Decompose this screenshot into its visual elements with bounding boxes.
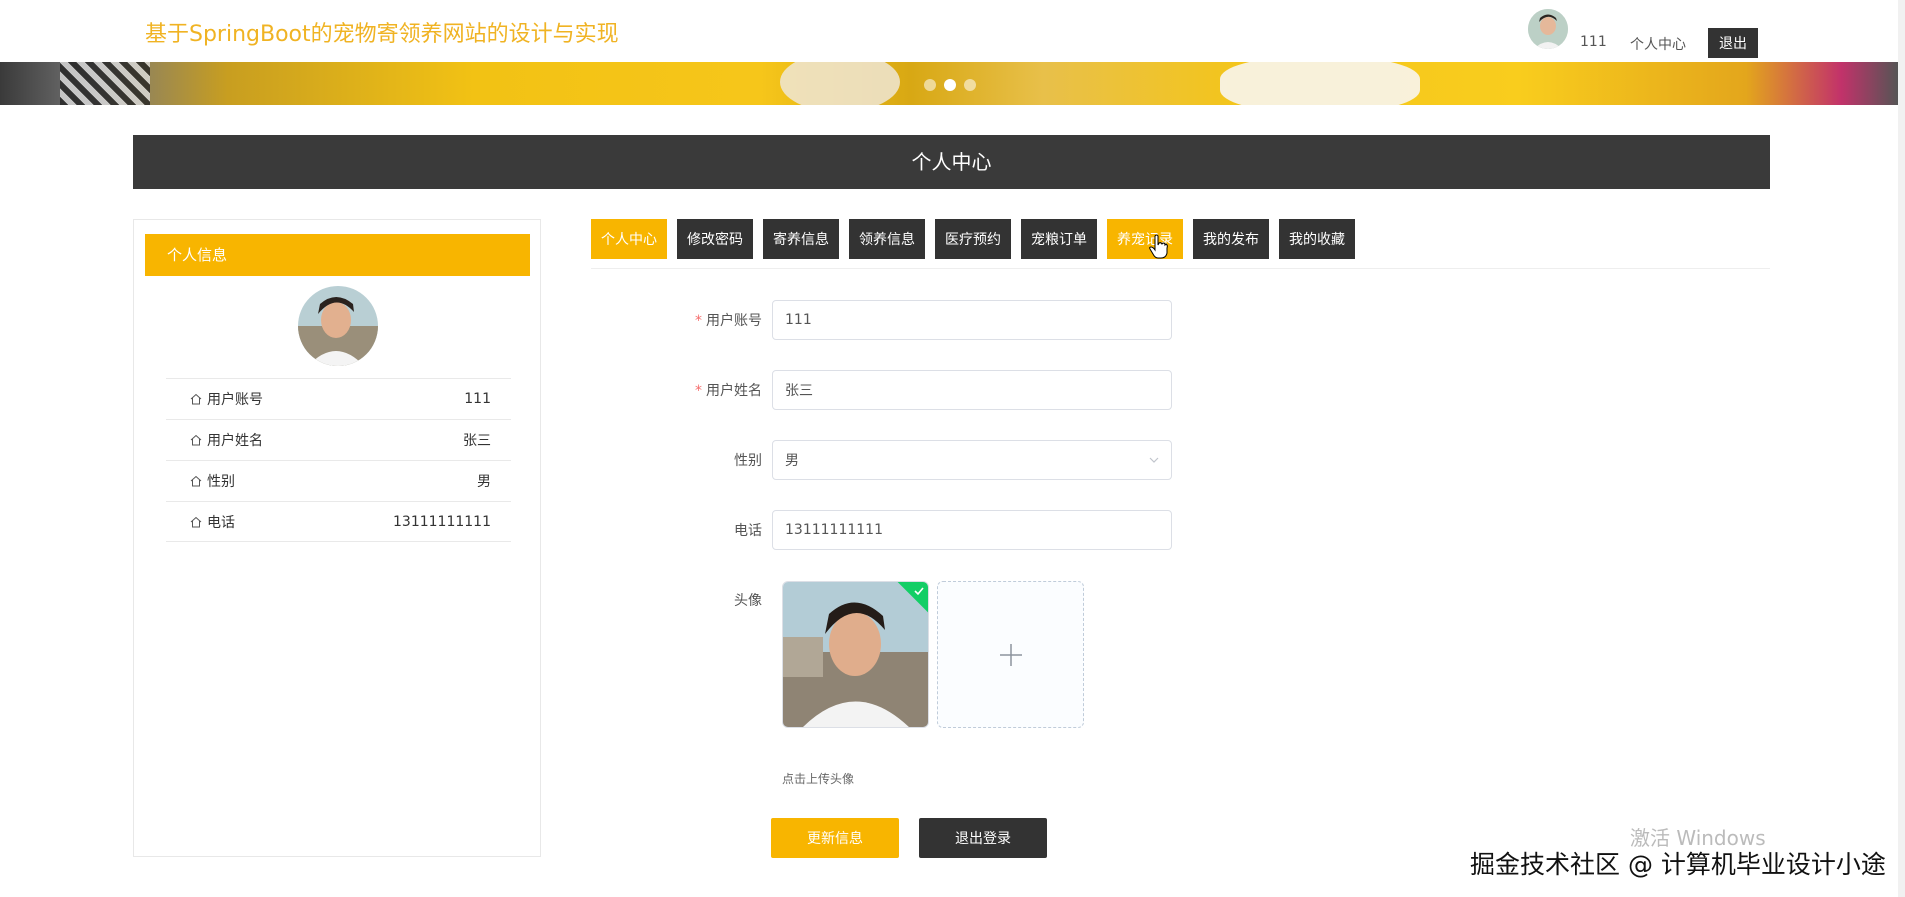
page-scrollbar[interactable]: [1898, 0, 1905, 897]
plus-icon: [999, 643, 1022, 666]
name-input[interactable]: [772, 370, 1172, 410]
tab-personal-center[interactable]: 个人中心: [591, 219, 667, 259]
home-icon: [190, 475, 202, 487]
info-label: 用户姓名: [207, 433, 263, 449]
banner-decoration: [1220, 62, 1420, 105]
tab-foster-info[interactable]: 寄养信息: [763, 219, 839, 259]
avatar-image: [1528, 9, 1568, 49]
info-value: 111: [464, 391, 491, 407]
avatar-image: [298, 286, 378, 366]
profile-tabs: 个人中心 修改密码 寄养信息 领养信息 医疗预约 宠粮订单 养宠记录 我的发布 …: [591, 219, 1355, 259]
chevron-down-icon: [1149, 457, 1159, 463]
gender-select[interactable]: 男: [772, 440, 1172, 480]
info-value: 张三: [463, 433, 491, 449]
personal-info-title: 个人信息: [145, 234, 530, 276]
info-row-name: 用户姓名 张三: [166, 419, 511, 460]
carousel-dot-3[interactable]: [964, 79, 976, 91]
carousel-dot-1[interactable]: [924, 79, 936, 91]
home-icon: [190, 516, 202, 527]
info-row-gender: 性别 男: [166, 460, 511, 501]
tab-change-password[interactable]: 修改密码: [677, 219, 753, 259]
form-row-account: * 用户账号: [680, 300, 1172, 340]
home-icon: [190, 434, 202, 446]
name-label: * 用户姓名: [695, 383, 762, 399]
tab-medical-appointment[interactable]: 医疗预约: [935, 219, 1011, 259]
form-row-gender: 性别 男: [680, 440, 1172, 480]
community-watermark: 掘金技术社区 @ 计算机毕业设计小途: [1470, 850, 1886, 879]
uploaded-avatar-thumbnail[interactable]: [782, 581, 929, 728]
gender-label: 性别: [734, 453, 762, 469]
home-icon: [190, 393, 202, 405]
gender-selected-value: 男: [785, 453, 799, 469]
hand-cursor-icon: [1149, 234, 1168, 259]
banner-carousel[interactable]: [0, 62, 1898, 105]
info-row-account: 用户账号 111: [166, 378, 511, 419]
carousel-dot-2[interactable]: [944, 79, 956, 91]
site-title[interactable]: 基于SpringBoot的宠物寄领养网站的设计与实现: [145, 16, 619, 48]
header-username: 111: [1580, 34, 1607, 50]
header: 基于SpringBoot的宠物寄领养网站的设计与实现 111 个人中心 退出: [0, 0, 1905, 62]
info-label: 性别: [207, 474, 235, 490]
tab-pet-records[interactable]: 养宠记录: [1107, 219, 1183, 259]
account-label: * 用户账号: [695, 313, 762, 329]
tabs-divider: [591, 268, 1770, 269]
upload-hint: 点击上传头像: [782, 772, 855, 786]
info-label: 用户账号: [207, 392, 263, 408]
logout-button[interactable]: 退出登录: [919, 818, 1047, 858]
personal-info-list: 用户账号 111 用户姓名 张三 性别 男 电话 13111111111: [166, 378, 511, 542]
avatar-label: 头像: [734, 593, 762, 609]
tab-adoption-info[interactable]: 领养信息: [849, 219, 925, 259]
header-personal-center-link[interactable]: 个人中心: [1630, 34, 1686, 54]
info-value: 男: [477, 474, 491, 490]
profile-avatar: [298, 286, 378, 366]
header-logout-button[interactable]: 退出: [1708, 28, 1758, 58]
info-value: 13111111111: [393, 513, 491, 530]
banner-decoration: [780, 62, 900, 105]
tab-pet-food-orders[interactable]: 宠粮订单: [1021, 219, 1097, 259]
check-icon: [914, 587, 924, 596]
update-info-button[interactable]: 更新信息: [771, 818, 899, 858]
info-row-phone: 电话 13111111111: [166, 501, 511, 542]
avatar-image: [783, 582, 928, 727]
avatar-upload-button[interactable]: [937, 581, 1084, 728]
info-label: 电话: [207, 514, 235, 531]
personal-info-panel: 个人信息 用户账号 111 用户姓名 张三 性别 男 电话 1311111111…: [133, 219, 541, 857]
account-input[interactable]: [772, 300, 1172, 340]
form-row-phone: 电话: [680, 510, 1172, 550]
banner-decoration: [60, 62, 150, 105]
section-title: 个人中心: [133, 135, 1770, 189]
tab-my-favorites[interactable]: 我的收藏: [1279, 219, 1355, 259]
phone-label: 电话: [734, 523, 762, 539]
carousel-indicators: [924, 79, 976, 91]
form-row-name: * 用户姓名: [680, 370, 1172, 410]
tab-my-posts[interactable]: 我的发布: [1193, 219, 1269, 259]
header-avatar[interactable]: [1528, 9, 1568, 49]
phone-input[interactable]: [772, 510, 1172, 550]
